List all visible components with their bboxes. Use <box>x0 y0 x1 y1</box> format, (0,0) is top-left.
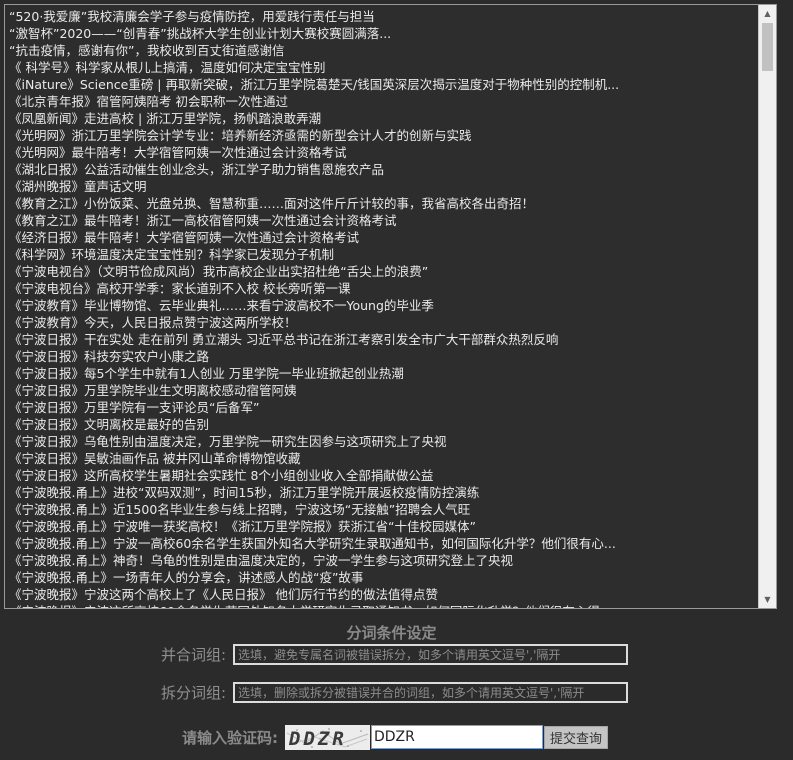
list-item[interactable]: 《北京青年报》宿管阿姨陪考 初会职称一次性通过 <box>9 93 756 110</box>
captcha-input[interactable] <box>371 725 543 749</box>
captcha-image-text: DDZR <box>288 728 347 750</box>
split-phrases-input[interactable] <box>233 682 628 703</box>
list-item[interactable]: 《宁波日报》万里学院毕业生文明离校感动宿管阿姨 <box>9 382 756 399</box>
list-item[interactable]: 《宁波教育》今天，人民日报点赞宁波这两所学校！ <box>9 314 756 331</box>
captcha-image: DDZR <box>285 725 370 750</box>
scroll-thumb[interactable] <box>762 23 773 71</box>
list-item[interactable]: 《湖北日报》公益活动催生创业念头，浙江学子助力销售恩施农产品 <box>9 161 756 178</box>
list-item[interactable]: 《宁波晚报》宁波这所高校60余名学生获国外知名大学研究生录取通知书，如何国际化升… <box>9 603 756 608</box>
list-item[interactable]: 《宁波日报》这所高校学生暑期社会实践忙 8个小组创业收入全部捐献做公益 <box>9 467 756 484</box>
merge-phrases-input[interactable] <box>233 644 628 665</box>
list-item[interactable]: 《光明网》最牛陪考！大学宿管阿姨一次性通过会计资格考试 <box>9 144 756 161</box>
list-item[interactable]: 《宁波电视台》高校开学季：家长道别不入校 校长旁听第一课 <box>9 280 756 297</box>
list-item[interactable]: “520·我爱廉”我校清廉会学子参与疫情防控，用爱践行责任与担当 <box>9 8 756 25</box>
list-item[interactable]: 《宁波日报》干在实处 走在前列 勇立潮头 习近平总书记在浙江考察引发全市广大干部… <box>9 331 756 348</box>
list-item[interactable]: “抗击疫情，感谢有你”，我校收到百丈街道感谢信 <box>9 42 756 59</box>
scroll-down-arrow-icon[interactable]: ▼ <box>759 591 776 608</box>
list-item[interactable]: 《宁波日报》文明离校是最好的告别 <box>9 416 756 433</box>
list-item[interactable]: 《宁波日报》万里学院有一支评论员“后备军” <box>9 399 756 416</box>
list-item[interactable]: 《宁波晚报.甬上》进校“双码双测”，时间15秒，浙江万里学院开展返校疫情防控演练 <box>9 484 756 501</box>
list-item[interactable]: 《湖州晚报》童声话文明 <box>9 178 756 195</box>
list-item[interactable]: 《 科学号》科学家从根儿上搞清，温度如何决定宝宝性别 <box>9 59 756 76</box>
list-item[interactable]: 《经济日报》最牛陪考！大学宿管阿姨一次性通过会计资格考试 <box>9 229 756 246</box>
list-item[interactable]: 《科学网》环境温度决定宝宝性别？科学家已发现分子机制 <box>9 246 756 263</box>
list-item[interactable]: 《凤凰新闻》走进高校 | 浙江万里学院，扬帆踏浪敢弄潮 <box>9 110 756 127</box>
news-list-panel[interactable]: “520·我爱廉”我校清廉会学子参与疫情防控，用爱践行责任与担当 “激智杯”202… <box>4 4 777 609</box>
list-item[interactable]: 《iNature》Science重磅 | 再取新突破，浙江万里学院葛楚天/钱国英… <box>9 76 756 93</box>
list-item[interactable]: 《宁波日报》科技夯实农户小康之路 <box>9 348 756 365</box>
segmentation-settings-title: 分词条件设定 <box>346 624 437 642</box>
list-item[interactable]: 《宁波日报》乌龟性别由温度决定，万里学院一研究生因参与这项研究上了央视 <box>9 433 756 450</box>
list-item[interactable]: 《教育之江》最牛陪考！浙江一高校宿管阿姨一次性通过会计资格考试 <box>9 212 756 229</box>
list-item[interactable]: 《宁波晚报.甬上》一场青年人的分享会，讲述感人的战“疫”故事 <box>9 569 756 586</box>
merge-phrases-label: 并合词组: <box>160 646 226 664</box>
list-item[interactable]: 《宁波晚报.甬上》神奇！乌龟的性别是由温度决定的，宁波一学生参与这项研究登上了央… <box>9 552 756 569</box>
list-item[interactable]: 《宁波晚报.甬上》宁波唯一获奖高校！《浙江万里学院报》获浙江省“十佳校园媒体” <box>9 518 756 535</box>
scroll-up-arrow-icon[interactable]: ▲ <box>759 5 776 22</box>
news-list[interactable]: “520·我爱廉”我校清廉会学子参与疫情防控，用爱践行责任与担当 “激智杯”202… <box>9 8 756 608</box>
list-item[interactable]: 《宁波日报》吴敏油画作品 被井冈山革命博物馆收藏 <box>9 450 756 467</box>
list-item[interactable]: 《宁波电视台》（文明节俭成风尚）我市高校企业出实招杜绝“舌尖上的浪费” <box>9 263 756 280</box>
split-phrases-label: 拆分词组: <box>160 684 226 702</box>
captcha-label: 请输入验证码: <box>182 729 278 747</box>
list-item[interactable]: 《宁波教育》毕业博物馆、云毕业典礼……来看宁波高校不一Young的毕业季 <box>9 297 756 314</box>
submit-query-button[interactable]: 提交查询 <box>544 726 608 749</box>
list-item[interactable]: 《宁波晚报.甬上》近1500名毕业生参与线上招聘，宁波这场“无接触”招聘会人气旺 <box>9 501 756 518</box>
list-item[interactable]: 《光明网》浙江万里学院会计学专业：培养新经济亟需的新型会计人才的创新与实践 <box>9 127 756 144</box>
list-item[interactable]: 《宁波晚报》宁波这两个高校上了《人民日报》 他们厉行节约的做法值得点赞 <box>9 586 756 603</box>
list-item[interactable]: 《教育之江》小份饭菜、光盘兑换、智慧称重……面对这件斤斤计较的事，我省高校各出奇… <box>9 195 756 212</box>
list-item[interactable]: 《宁波晚报.甬上》宁波一高校60余名学生获国外知名大学研究生录取通知书，如何国际… <box>9 535 756 552</box>
list-item[interactable]: 《宁波日报》每5个学生中就有1人创业 万里学院一毕业班掀起创业热潮 <box>9 365 756 382</box>
vertical-scrollbar[interactable]: ▲ ▼ <box>758 5 776 608</box>
list-item[interactable]: “激智杯”2020——“创青春”挑战杯大学生创业计划大赛校赛圆满落... <box>9 25 756 42</box>
